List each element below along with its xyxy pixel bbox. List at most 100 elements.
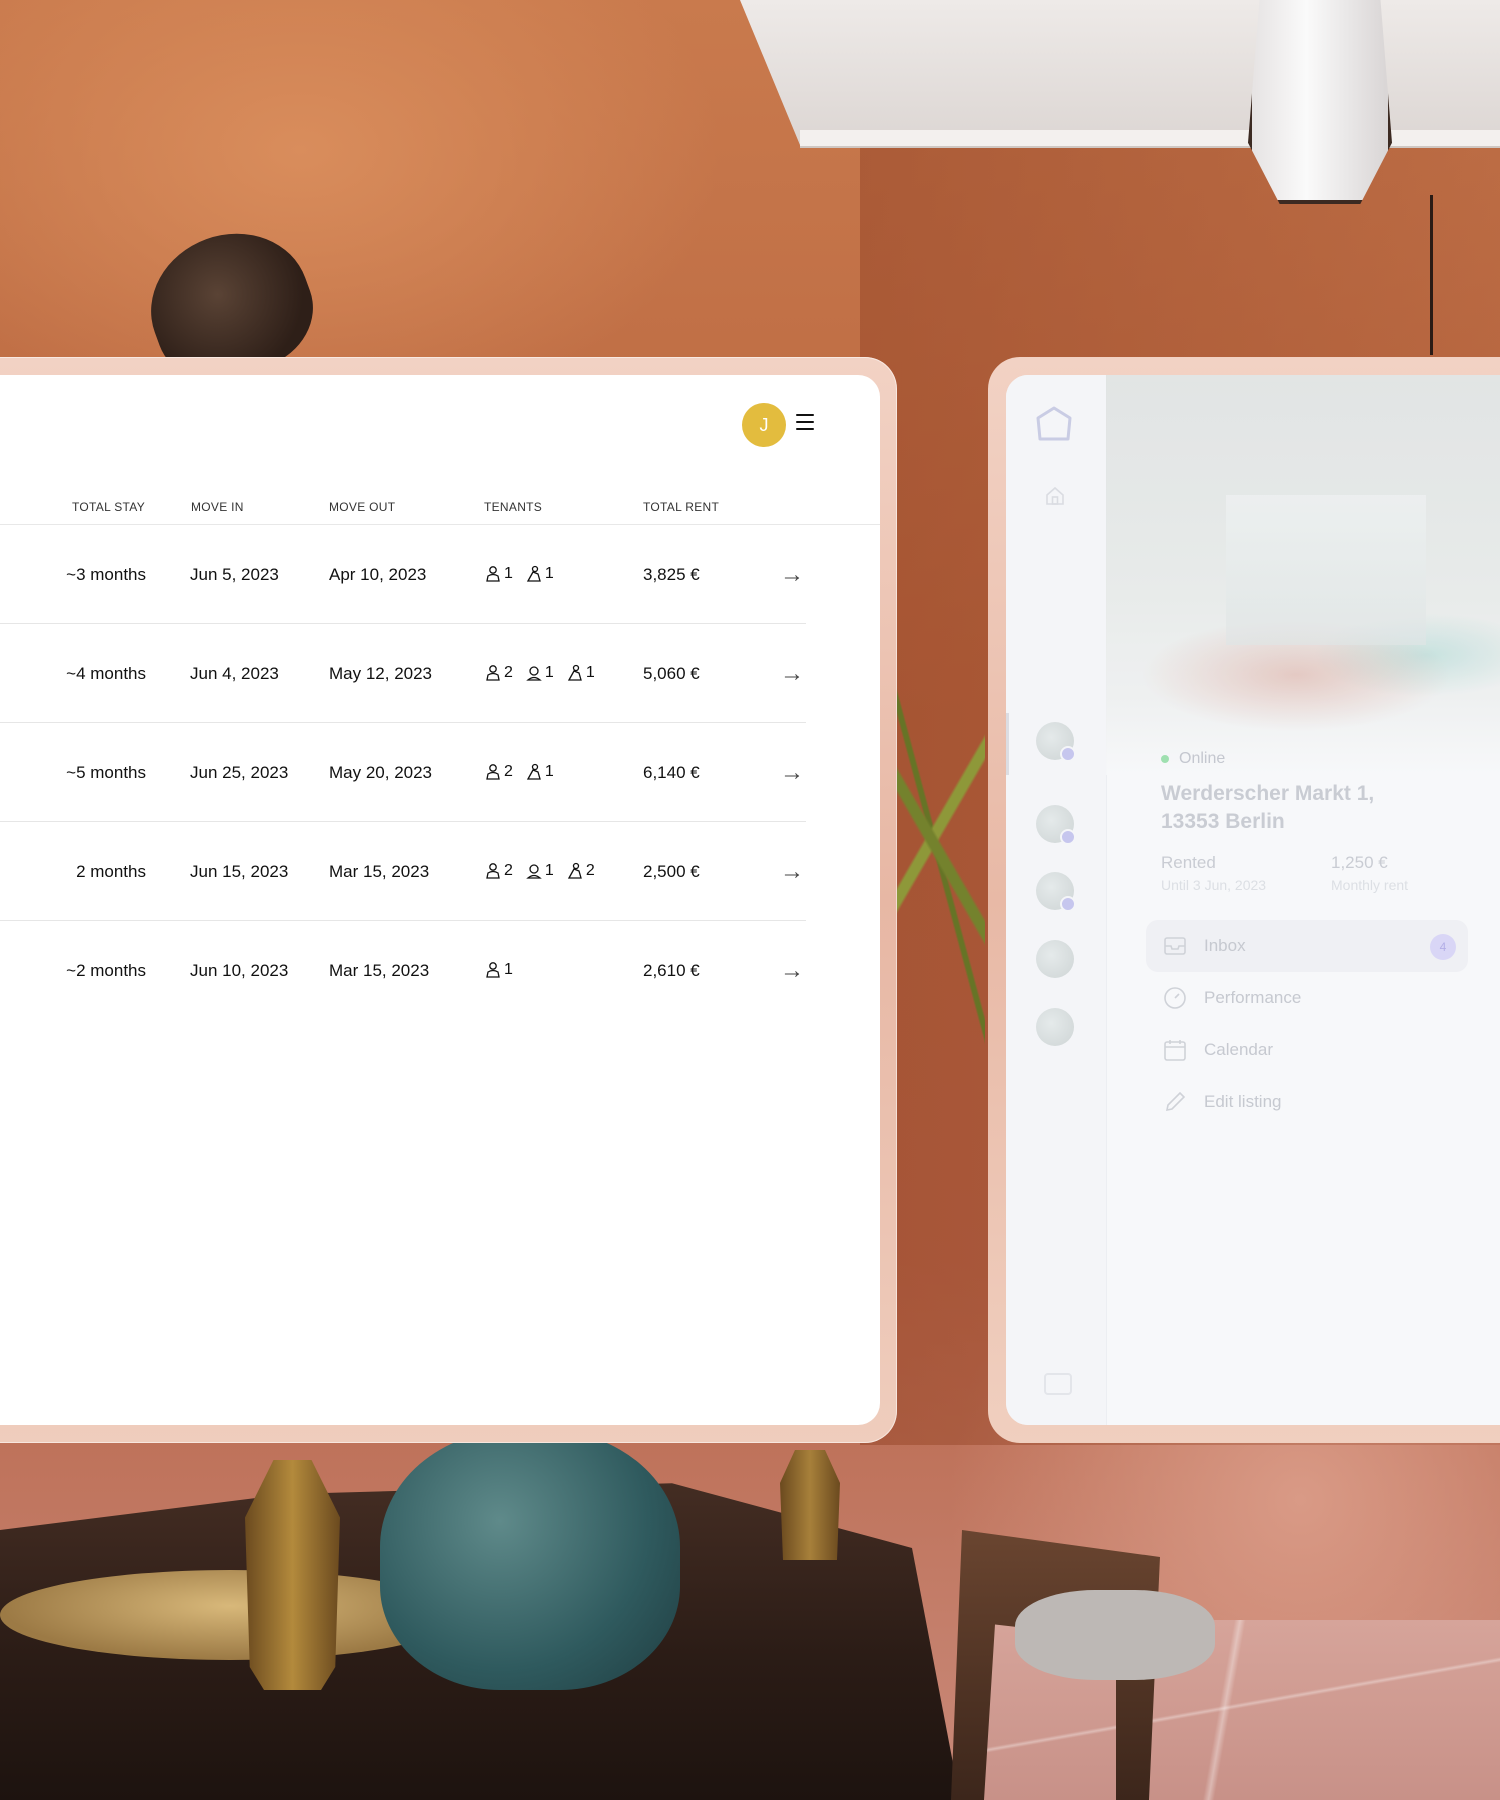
tenants-cell: 1 bbox=[484, 961, 525, 979]
tenant-count: 1 bbox=[544, 565, 554, 582]
tenant-group: 1 bbox=[484, 961, 513, 979]
property-thumbnail[interactable] bbox=[1036, 805, 1076, 845]
collapse-sidebar-icon[interactable] bbox=[1044, 1373, 1072, 1395]
total-rent-cell: 2,500 € bbox=[643, 862, 700, 881]
lamp-wire bbox=[1430, 195, 1433, 355]
table-row[interactable]: ~3 months Jun 5, 2023 Apr 10, 2023 1 1 3… bbox=[0, 525, 806, 624]
child-icon bbox=[526, 565, 541, 582]
arrow-right-icon[interactable]: → bbox=[780, 660, 804, 688]
move-out-cell: Apr 10, 2023 bbox=[329, 565, 427, 584]
monthly-rent-label: Monthly rent bbox=[1331, 877, 1409, 893]
total-rent-cell: 3,825 € bbox=[643, 565, 700, 584]
tenant-count: 1 bbox=[544, 763, 554, 780]
arrow-right-icon[interactable]: → bbox=[780, 858, 804, 886]
arrow-right-icon[interactable]: → bbox=[780, 957, 804, 985]
total-rent-cell: 6,140 € bbox=[643, 763, 700, 782]
child-icon bbox=[567, 664, 582, 681]
header-tenants[interactable]: TENANTS bbox=[484, 500, 542, 514]
rental-until: Until 3 Jun, 2023 bbox=[1161, 877, 1267, 893]
total-stay-cell: ~4 months bbox=[66, 664, 146, 683]
adult-icon bbox=[486, 665, 500, 681]
nav-item-calendar[interactable]: Calendar bbox=[1146, 1024, 1468, 1076]
active-indicator bbox=[1006, 713, 1009, 775]
header-total-rent[interactable]: TOTAL RENT bbox=[643, 500, 719, 514]
chair-cushion bbox=[1015, 1590, 1215, 1680]
nav-item-performance[interactable]: Performance bbox=[1146, 972, 1468, 1024]
photo-interior bbox=[1226, 495, 1426, 645]
listing-address: Werderscher Markt 1, 13353 Berlin bbox=[1161, 782, 1375, 833]
tenant-count: 2 bbox=[504, 862, 513, 879]
adult-icon bbox=[486, 962, 500, 978]
move-out-cell: May 12, 2023 bbox=[329, 664, 433, 683]
tenants-cell: 2 1 1 bbox=[484, 664, 607, 682]
property-thumbnail[interactable] bbox=[1036, 872, 1076, 912]
total-stay-cell: 2 months bbox=[76, 862, 146, 881]
table-header: TOTAL STAY MOVE IN MOVE OUT TENANTS TOTA… bbox=[0, 500, 880, 525]
lantern bbox=[245, 1460, 340, 1690]
property-thumbnail[interactable] bbox=[1036, 940, 1074, 978]
arrow-right-icon[interactable]: → bbox=[780, 759, 804, 787]
monthly-rent-value: 1,250 € bbox=[1331, 853, 1388, 872]
ceramic-vase bbox=[380, 1430, 680, 1690]
tenant-group: 1 bbox=[566, 664, 595, 682]
nav-item-label: Performance bbox=[1204, 988, 1302, 1007]
move-in-cell: Jun 5, 2023 bbox=[190, 565, 279, 584]
table-row[interactable]: 2 months Jun 15, 2023 Mar 15, 2023 2 1 2… bbox=[0, 822, 806, 921]
property-thumbnail[interactable] bbox=[1036, 722, 1076, 762]
table-row[interactable]: ~2 months Jun 10, 2023 Mar 15, 2023 1 2,… bbox=[0, 921, 806, 1019]
performance-icon bbox=[1164, 987, 1186, 1009]
tenant-count: 1 bbox=[504, 961, 513, 978]
move-in-cell: Jun 15, 2023 bbox=[190, 862, 289, 881]
small-lantern bbox=[780, 1450, 840, 1560]
total-stay-cell: ~5 months bbox=[66, 763, 146, 782]
pencil-icon bbox=[1165, 1091, 1186, 1112]
header-move-in[interactable]: MOVE IN bbox=[191, 500, 244, 514]
tenant-group: 1 bbox=[525, 565, 554, 583]
move-in-cell: Jun 4, 2023 bbox=[190, 664, 279, 683]
tenants-cell: 2 1 bbox=[484, 763, 566, 781]
listing-panel: Online Werderscher Markt 1, 13353 Berlin… bbox=[1006, 375, 1500, 1425]
rental-state: Rented bbox=[1161, 853, 1216, 872]
status-badge: Online bbox=[1161, 750, 1225, 768]
table-body: ~3 months Jun 5, 2023 Apr 10, 2023 1 1 3… bbox=[0, 525, 880, 1019]
header-total-stay[interactable]: TOTAL STAY bbox=[72, 500, 145, 514]
baby-icon bbox=[526, 666, 542, 681]
baby-icon bbox=[526, 864, 542, 879]
child-icon bbox=[526, 763, 541, 780]
notification-dot bbox=[1060, 896, 1076, 912]
tenant-count: 2 bbox=[504, 763, 513, 780]
tenant-group: 1 bbox=[525, 763, 554, 781]
total-stay-cell: ~3 months bbox=[66, 565, 146, 584]
ceiling-molding bbox=[800, 130, 1500, 148]
nav-item-inbox[interactable]: Inbox 4 bbox=[1146, 920, 1468, 972]
tenants-cell: 1 1 bbox=[484, 565, 566, 583]
total-stay-cell: ~2 months bbox=[66, 961, 146, 980]
logo-icon[interactable] bbox=[1035, 405, 1073, 445]
nav-item-edit-listing[interactable]: Edit listing bbox=[1146, 1076, 1468, 1128]
listing-nav: Inbox 4 Performance Calendar Edit listin… bbox=[1146, 920, 1468, 1128]
move-out-cell: Mar 15, 2023 bbox=[329, 961, 430, 980]
user-avatar[interactable]: J bbox=[742, 403, 786, 447]
header-move-out[interactable]: MOVE OUT bbox=[329, 500, 395, 514]
hamburger-menu-icon[interactable] bbox=[796, 414, 814, 432]
move-in-cell: Jun 25, 2023 bbox=[190, 763, 289, 782]
property-thumbnail[interactable] bbox=[1036, 1008, 1074, 1046]
tenant-group: 2 bbox=[566, 862, 595, 880]
tenant-count: 1 bbox=[544, 664, 554, 681]
tenant-group: 2 bbox=[484, 862, 513, 880]
status-text: Online bbox=[1179, 750, 1226, 767]
calendar-icon bbox=[1164, 1040, 1186, 1061]
adult-icon bbox=[486, 764, 500, 780]
sidebar-rail bbox=[1006, 375, 1107, 1425]
tenant-count: 2 bbox=[504, 664, 513, 681]
plant bbox=[895, 630, 985, 1050]
status-dot bbox=[1161, 755, 1169, 763]
total-rent-cell: 2,610 € bbox=[643, 961, 700, 980]
tenant-count: 1 bbox=[504, 565, 513, 582]
arrow-right-icon[interactable]: → bbox=[780, 561, 804, 589]
adult-icon bbox=[486, 863, 500, 879]
home-icon[interactable] bbox=[1044, 485, 1066, 507]
table-row[interactable]: ~4 months Jun 4, 2023 May 12, 2023 2 1 1… bbox=[0, 624, 806, 723]
move-out-cell: May 20, 2023 bbox=[329, 763, 433, 782]
table-row[interactable]: ~5 months Jun 25, 2023 May 20, 2023 2 1 … bbox=[0, 723, 806, 822]
